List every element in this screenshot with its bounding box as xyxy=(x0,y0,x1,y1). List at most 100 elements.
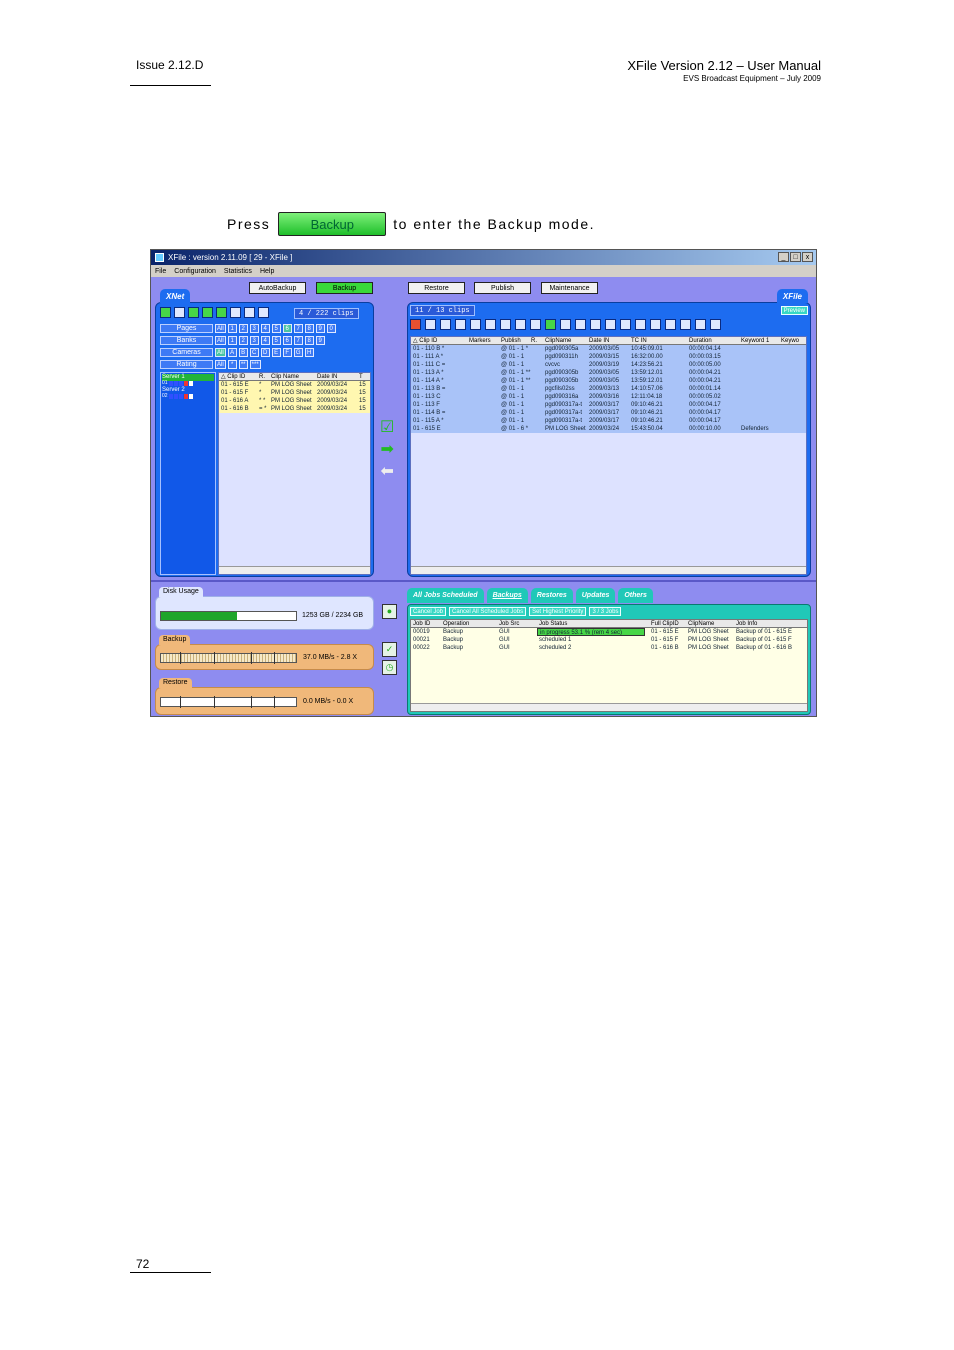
tab-updates[interactable]: Updates xyxy=(575,588,616,603)
star-icon[interactable] xyxy=(216,307,227,318)
backup-mode-button[interactable]: Backup xyxy=(316,282,373,294)
page-icon[interactable] xyxy=(515,319,526,330)
tool-icon[interactable] xyxy=(620,319,631,330)
filter-box[interactable]: All xyxy=(215,335,226,345)
table-row[interactable]: 01 - 113 A * @ 01 - 1 ** pgd090305b 2009/03… xyxy=(411,369,806,377)
filter-box[interactable]: 9 xyxy=(315,323,325,333)
publish-mode-button[interactable]: Publish xyxy=(474,282,531,294)
filter-box[interactable]: 1 xyxy=(227,335,237,345)
menu-configuration[interactable]: Configuration xyxy=(174,268,216,275)
tool-icon[interactable] xyxy=(590,319,601,330)
close-button[interactable]: x xyxy=(802,252,813,262)
table-row[interactable]: 01 - 111 A * @ 01 - 1 pgd090311h 2009/03/15… xyxy=(411,353,806,361)
filter-box[interactable]: 5 xyxy=(271,323,281,333)
column-header[interactable]: Job Src xyxy=(497,620,537,627)
filter-icon[interactable] xyxy=(425,319,436,330)
tool-icon[interactable] xyxy=(635,319,646,330)
column-header[interactable]: Date IN xyxy=(315,373,357,380)
filter-box[interactable]: 4 xyxy=(260,323,270,333)
column-header[interactable]: ClipName xyxy=(543,337,587,344)
tool-icon[interactable] xyxy=(455,319,466,330)
preview-button[interactable]: Preview xyxy=(780,306,808,315)
table-row[interactable]: 00021 Backup GUI scheduled 1 01 - 615 F PM LO… xyxy=(411,636,807,644)
table-row[interactable]: 00019 Backup GUI in progress 53.1 % (rem 4 … xyxy=(411,628,807,636)
filter-box[interactable]: *** xyxy=(249,359,261,369)
table-row[interactable]: 01 - 114 B = @ 01 - 1 pgd090317a-t 2009/03/… xyxy=(411,409,806,417)
filter-box[interactable]: 2 xyxy=(238,323,248,333)
menu-statistics[interactable]: Statistics xyxy=(224,268,252,275)
tool-icon[interactable] xyxy=(695,319,706,330)
menu-file[interactable]: File xyxy=(155,268,166,275)
filter-box[interactable]: A xyxy=(227,347,237,357)
table-row[interactable]: 01 - 616 B = * PM LOG Sheet 2009/03/24 15 xyxy=(219,405,370,413)
maximize-button[interactable]: □ xyxy=(790,252,801,262)
filter-box[interactable]: D xyxy=(260,347,270,357)
set-priority-button[interactable]: Set Highest Priority xyxy=(529,607,587,616)
list-icon[interactable] xyxy=(230,307,241,318)
table-row[interactable]: 01 - 615 E * PM LOG Sheet 2009/03/24 15 xyxy=(219,381,370,389)
tab-backups[interactable]: Backups xyxy=(486,588,528,603)
filter-box[interactable]: 6 xyxy=(282,323,292,333)
column-header[interactable]: R. xyxy=(529,337,543,344)
column-header[interactable]: TC IN xyxy=(629,337,687,344)
table-row[interactable]: 00022 Backup GUI scheduled 2 01 - 616 B PM LO… xyxy=(411,644,807,652)
filter-box[interactable]: 2 xyxy=(238,335,248,345)
tab-restores[interactable]: Restores xyxy=(530,588,573,603)
backup-check-icon[interactable]: ☑ xyxy=(380,420,394,436)
filter-box[interactable]: All xyxy=(215,323,226,333)
column-header[interactable]: Duration xyxy=(687,337,739,344)
minimize-button[interactable]: _ xyxy=(778,252,789,262)
check-icon[interactable]: ✓ xyxy=(382,642,397,657)
filter-box[interactable]: 3 xyxy=(249,335,259,345)
table-row[interactable]: 01 - 615 F * PM LOG Sheet 2009/03/24 15 xyxy=(219,389,370,397)
column-header[interactable]: △ Clip ID xyxy=(219,373,257,380)
column-header[interactable]: Clip Name xyxy=(269,373,315,380)
restore-mode-button[interactable]: Restore xyxy=(408,282,465,294)
filter-box[interactable]: All xyxy=(215,359,226,369)
column-header[interactable]: Keyword 1 xyxy=(739,337,779,344)
column-header[interactable]: ClipName xyxy=(686,620,734,627)
column-header[interactable]: Date IN xyxy=(587,337,629,344)
column-header[interactable]: Operation xyxy=(441,620,497,627)
arrow-left-icon[interactable]: ⬅ xyxy=(380,464,393,480)
tool-icon[interactable] xyxy=(680,319,691,330)
filter-box[interactable]: ** xyxy=(238,359,248,369)
table-row[interactable]: 01 - 111 C = @ 01 - 1 cvcvc 2009/03/19 14:23… xyxy=(411,361,806,369)
table-row[interactable]: 01 - 113 F @ 01 - 1 pgd090317a-t 2009/03/17… xyxy=(411,401,806,409)
cancel-job-button[interactable]: Cancel Job xyxy=(410,607,447,616)
traffic-light-icon[interactable]: ● xyxy=(382,604,397,619)
search-icon[interactable] xyxy=(244,307,255,318)
filter-box[interactable]: All xyxy=(215,347,226,357)
list-icon[interactable] xyxy=(470,319,481,330)
horizontal-scrollbar[interactable] xyxy=(411,566,806,574)
filter-box[interactable]: 1 xyxy=(227,323,237,333)
page-icon[interactable] xyxy=(530,319,541,330)
column-header[interactable]: Publish xyxy=(499,337,529,344)
menu-help[interactable]: Help xyxy=(260,268,274,275)
filter-box[interactable]: 0 xyxy=(326,323,336,333)
tool-icon[interactable] xyxy=(575,319,586,330)
grid-icon[interactable] xyxy=(545,319,556,330)
maintenance-mode-button[interactable]: Maintenance xyxy=(541,282,598,294)
filter-box[interactable]: 3 xyxy=(249,323,259,333)
search-icon[interactable] xyxy=(500,319,511,330)
filter-box[interactable]: G xyxy=(293,347,303,357)
rating-filter-label[interactable]: Rating xyxy=(160,359,213,369)
page-icon[interactable] xyxy=(258,307,269,318)
cameras-filter-label[interactable]: Cameras xyxy=(160,347,213,357)
server-item[interactable]: Server 2 xyxy=(162,387,214,394)
tool-icon[interactable] xyxy=(650,319,661,330)
table-row[interactable]: 01 - 615 E @ 01 - 6 * PM LOG Sheet 2009/03/… xyxy=(411,425,806,433)
column-header[interactable]: T xyxy=(357,373,367,380)
filter-box[interactable]: 8 xyxy=(304,323,314,333)
table-row[interactable]: 01 - 113 C @ 01 - 1 pgd090316a 2009/03/16 12… xyxy=(411,393,806,401)
filter-box[interactable]: 7 xyxy=(293,323,303,333)
column-header[interactable]: Job Status xyxy=(537,620,649,627)
tool-icon[interactable] xyxy=(560,319,571,330)
clock-icon[interactable]: ◷ xyxy=(382,660,397,675)
table-row[interactable]: 01 - 114 A * @ 01 - 1 ** pgd090305b 2009/03… xyxy=(411,377,806,385)
column-header[interactable]: Keywo xyxy=(779,337,803,344)
filter-icon[interactable] xyxy=(174,307,185,318)
tool-icon[interactable] xyxy=(665,319,676,330)
filter-box[interactable]: * xyxy=(227,359,237,369)
